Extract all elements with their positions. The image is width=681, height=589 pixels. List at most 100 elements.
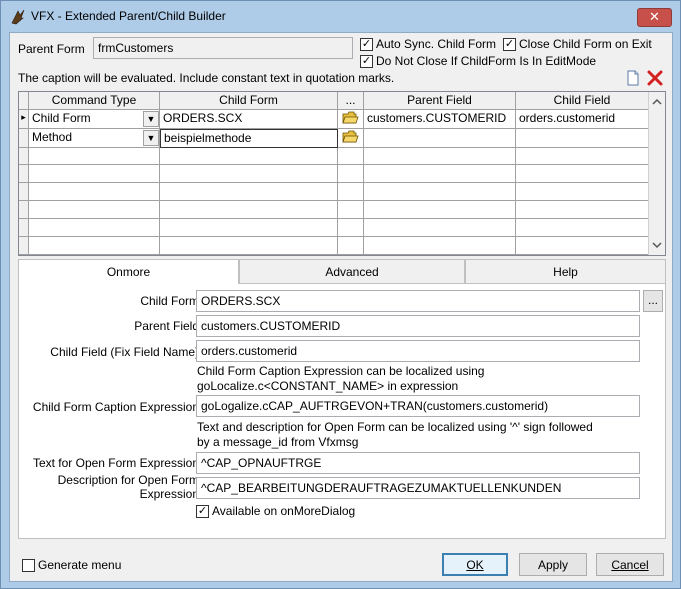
command-grid: Command Type Child Form ... Parent Field… [18,91,666,256]
browse-cell[interactable] [338,129,364,148]
empty-cell[interactable] [338,219,364,237]
parent-field-cell[interactable] [364,129,516,148]
empty-cell[interactable] [364,148,516,165]
caption-localize-note-1: Child Form Caption Expression can be loc… [197,364,485,378]
grid-vertical-scrollbar[interactable] [648,92,665,255]
chevron-down-icon[interactable] [649,239,665,251]
empty-cell[interactable] [364,219,516,237]
grid-header-browse[interactable]: ... [338,92,364,110]
chevron-up-icon[interactable] [649,96,665,108]
empty-cell[interactable] [29,237,160,255]
open-form-text-label: Text for Open Form Expression [32,456,199,470]
parent-form-label: Parent Form [18,42,85,56]
empty-cell[interactable] [516,165,649,183]
open-form-description-field[interactable]: ^CAP_BEARBEITUNGDERAUFTRAGEZUMAKTUELLENK… [196,477,640,499]
caption-note: The caption will be evaluated. Include c… [18,71,395,85]
chevron-down-icon[interactable]: ▼ [143,111,159,127]
open-form-text-field[interactable]: ^CAP_OPNAUFTRGE [196,452,640,474]
empty-cell[interactable] [29,183,160,201]
window-close-button[interactable]: ✕ [637,8,672,27]
cancel-button-label: Cancel [611,558,649,572]
empty-cell[interactable] [516,237,649,255]
parent-field-field[interactable]: customers.CUSTOMERID [196,315,640,337]
child-field-label: Child Field (Fix Field Name) [50,345,199,359]
grid-header-child-form[interactable]: Child Form [160,92,338,110]
child-form-cell[interactable]: beispielmethode [160,129,338,148]
command-type-value: Child Form [32,111,91,125]
open-folder-icon[interactable] [342,130,359,144]
row-selector [19,148,29,165]
table-row[interactable]: Method ▼ [29,129,160,148]
table-row[interactable]: Child Form ▼ [29,110,160,129]
empty-cell[interactable] [160,237,338,255]
caption-expression-field[interactable]: goLogalize.cCAP_AUFTRGEVON+TRAN(customer… [196,395,640,417]
delete-x-icon[interactable] [646,69,664,87]
empty-cell[interactable] [29,148,160,165]
tab-onmore[interactable]: Onmore [18,259,239,285]
tab-advanced[interactable]: Advanced [239,259,465,284]
child-field-field[interactable]: orders.customerid [196,340,640,362]
child-field-cell[interactable] [516,129,649,148]
empty-cell[interactable] [516,201,649,219]
row-selector [19,237,29,255]
text-localize-note-1: Text and description for Open Form can b… [197,420,593,434]
parent-form-field[interactable]: frmCustomers [93,37,353,59]
tab-help[interactable]: Help [465,259,666,284]
available-on-more-checkbox[interactable]: ✓ [196,505,209,518]
do-not-close-checkbox[interactable]: ✓ [360,55,373,68]
open-folder-icon[interactable] [342,111,359,125]
empty-cell[interactable] [516,219,649,237]
auto-sync-checkbox[interactable]: ✓ [360,38,373,51]
close-child-checkbox[interactable]: ✓ [503,38,516,51]
row-selector [19,165,29,183]
child-form-browse-button[interactable]: ... [643,290,663,312]
empty-cell[interactable] [364,165,516,183]
empty-cell[interactable] [338,201,364,219]
cancel-button[interactable]: Cancel [596,553,664,576]
empty-cell[interactable] [516,148,649,165]
open-form-description-label-line-2: Expression [139,487,199,501]
window-title: VFX - Extended Parent/Child Builder [31,9,226,23]
grid-header-child-field[interactable]: Child Field [516,92,649,110]
empty-cell[interactable] [364,237,516,255]
check-mark-icon: ✓ [361,55,372,67]
vfx-app-icon [11,9,25,25]
chevron-down-icon[interactable]: ▼ [143,130,159,146]
child-form-field[interactable]: ORDERS.SCX [196,290,640,312]
generate-menu-checkbox[interactable] [22,559,35,572]
empty-cell[interactable] [364,183,516,201]
ok-button[interactable]: OK [442,553,508,576]
caption-expression-label: Child Form Caption Expression [32,400,199,414]
caption-localize-note-2: goLocalize.c<CONSTANT_NAME> in expressio… [197,379,459,393]
new-document-icon[interactable] [624,69,642,87]
grid-header-command-type[interactable]: Command Type [29,92,160,110]
auto-sync-label: Auto Sync. Child Form [376,37,497,51]
empty-cell[interactable] [160,219,338,237]
generate-menu-label: Generate menu [38,558,122,572]
browse-cell[interactable] [338,110,364,129]
grid-corner [19,92,29,110]
empty-cell[interactable] [364,201,516,219]
row-selector [19,183,29,201]
parent-field-cell[interactable]: customers.CUSTOMERID [364,110,516,129]
child-field-cell[interactable]: orders.customerid [516,110,649,129]
empty-cell[interactable] [160,148,338,165]
grid-header-parent-field[interactable]: Parent Field [364,92,516,110]
available-on-more-label: Available on onMoreDialog [212,504,356,518]
text-localize-note-2: by a message_id from Vfxmsg [197,435,359,449]
empty-cell[interactable] [29,201,160,219]
empty-cell[interactable] [29,219,160,237]
empty-cell[interactable] [160,183,338,201]
dialog-client-area: Parent Form frmCustomers ✓ Auto Sync. Ch… [9,32,673,582]
parent-field-label: Parent Field [134,319,199,333]
apply-button[interactable]: Apply [519,553,587,576]
empty-cell[interactable] [338,165,364,183]
empty-cell[interactable] [29,165,160,183]
empty-cell[interactable] [338,148,364,165]
empty-cell[interactable] [516,183,649,201]
empty-cell[interactable] [338,183,364,201]
empty-cell[interactable] [160,165,338,183]
empty-cell[interactable] [338,237,364,255]
empty-cell[interactable] [160,201,338,219]
child-form-cell[interactable]: ORDERS.SCX [160,110,338,129]
